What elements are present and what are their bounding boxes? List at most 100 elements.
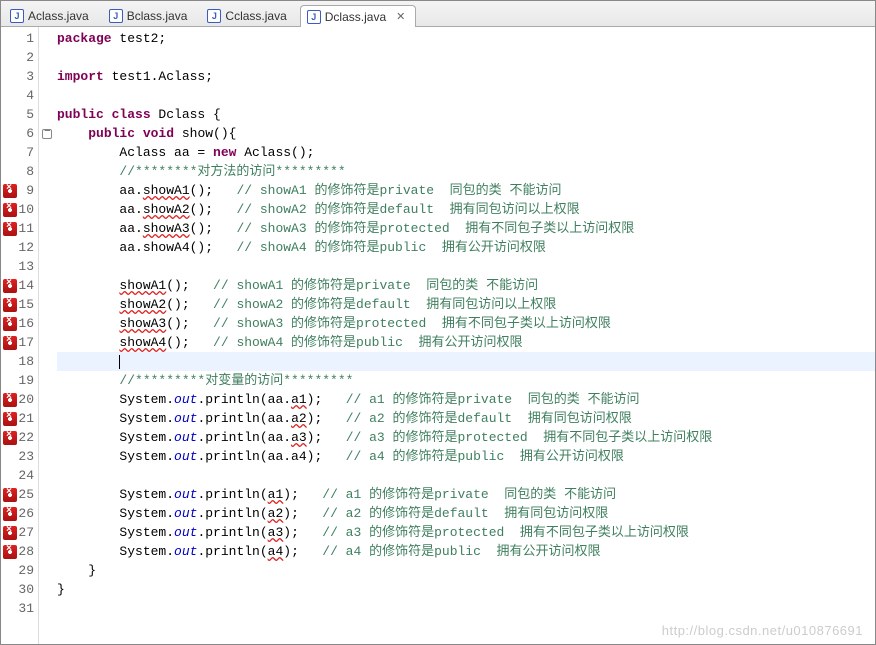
token-errul: showA2: [143, 202, 190, 217]
code-line[interactable]: aa.showA2(); // showA2 的修饰符是default 拥有同包…: [57, 200, 875, 219]
gutter-row: 22: [1, 428, 38, 447]
gutter-row: 30: [1, 580, 38, 599]
gutter-row: 26: [1, 504, 38, 523]
close-icon[interactable]: ✕: [396, 10, 405, 23]
token-plain: ();: [166, 335, 213, 350]
code-line[interactable]: System.out.println(a2); // a2 的修饰符是defau…: [57, 504, 875, 523]
token-plain: ();: [166, 278, 213, 293]
code-line[interactable]: System.out.println(aa.a4); // a4 的修饰符是pu…: [57, 447, 875, 466]
line-number: 29: [18, 563, 34, 578]
token-it: out: [174, 449, 197, 464]
code-line[interactable]: showA3(); // showA3 的修饰符是protected 拥有不同包…: [57, 314, 875, 333]
line-number: 8: [26, 164, 34, 179]
code-line[interactable]: //********对方法的访问*********: [57, 162, 875, 181]
gutter-row: 3: [1, 67, 38, 86]
gutter-row: 6: [1, 124, 38, 143]
tab-label: Aclass.java: [28, 9, 89, 23]
code-line[interactable]: }: [57, 580, 875, 599]
token-plain: [57, 373, 119, 388]
tab-aclass[interactable]: Aclass.java: [3, 4, 100, 26]
gutter-row: 27: [1, 523, 38, 542]
gutter-row: 4: [1, 86, 38, 105]
token-plain: .println(aa.: [197, 392, 291, 407]
editor-area: 1234567891011121314151617181920212223242…: [1, 27, 875, 644]
code-line[interactable]: aa.showA1(); // showA1 的修饰符是private 同包的类…: [57, 181, 875, 200]
code-line[interactable]: public void show(){: [57, 124, 875, 143]
token-plain: );: [283, 506, 322, 521]
code-line[interactable]: System.out.println(a1); // a1 的修饰符是priva…: [57, 485, 875, 504]
token-cm: // showA3 的修饰符是protected 拥有不同包子类以上访问权限: [236, 221, 634, 236]
code-line[interactable]: showA1(); // showA1 的修饰符是private 同包的类 不能…: [57, 276, 875, 295]
code-line[interactable]: aa.showA3(); // showA3 的修饰符是protected 拥有…: [57, 219, 875, 238]
tab-cclass[interactable]: Cclass.java: [200, 4, 297, 26]
gutter-row: 7: [1, 143, 38, 162]
code-line[interactable]: package test2;: [57, 29, 875, 48]
token-plain: );: [307, 430, 346, 445]
code-line[interactable]: aa.showA4(); // showA4 的修饰符是public 拥有公开访…: [57, 238, 875, 257]
code-line[interactable]: //*********对变量的访问*********: [57, 371, 875, 390]
token-errul: a1: [291, 392, 307, 407]
code-content[interactable]: package test2; import test1.Aclass; public…: [39, 27, 875, 644]
token-plain: );: [283, 487, 322, 502]
token-plain: show(){: [174, 126, 236, 141]
java-file-icon: [109, 9, 123, 23]
code-line[interactable]: [57, 466, 875, 485]
code-line[interactable]: showA2(); // showA2 的修饰符是default 拥有同包访问以…: [57, 295, 875, 314]
code-line[interactable]: System.out.println(a4); // a4 的修饰符是publi…: [57, 542, 875, 561]
code-line[interactable]: [57, 599, 875, 618]
token-plain: }: [57, 563, 96, 578]
gutter-row: 23: [1, 447, 38, 466]
code-line[interactable]: [57, 257, 875, 276]
code-line[interactable]: [57, 48, 875, 67]
error-icon: [3, 412, 17, 426]
token-cm: // showA2 的修饰符是default 拥有同包访问以上权限: [236, 202, 579, 217]
gutter-row: 9: [1, 181, 38, 200]
token-plain: aa.showA4();: [57, 240, 236, 255]
line-number: 10: [18, 202, 34, 217]
gutter-row: 25: [1, 485, 38, 504]
token-plain: .println(: [197, 487, 267, 502]
tab-bclass[interactable]: Bclass.java: [102, 4, 199, 26]
line-number: 20: [18, 392, 34, 407]
token-cm: // showA1 的修饰符是private 同包的类 不能访问: [213, 278, 538, 293]
java-file-icon: [307, 10, 321, 24]
line-gutter: 1234567891011121314151617181920212223242…: [1, 27, 39, 644]
token-plain: [57, 297, 119, 312]
code-line[interactable]: System.out.println(aa.a1); // a1 的修饰符是pr…: [57, 390, 875, 409]
token-plain: aa.: [57, 202, 143, 217]
token-plain: System.: [57, 411, 174, 426]
error-icon: [3, 203, 17, 217]
token-plain: System.: [57, 544, 174, 559]
gutter-row: 20: [1, 390, 38, 409]
token-errul: showA3: [119, 316, 166, 331]
code-line[interactable]: }: [57, 561, 875, 580]
code-line[interactable]: System.out.println(aa.a2); // a2 的修饰符是de…: [57, 409, 875, 428]
line-number: 13: [18, 259, 34, 274]
line-number: 9: [26, 183, 34, 198]
code-line[interactable]: import test1.Aclass;: [57, 67, 875, 86]
gutter-row: 1: [1, 29, 38, 48]
gutter-row: 19: [1, 371, 38, 390]
token-cm: // a2 的修饰符是default 拥有同包访问权限: [322, 506, 608, 521]
line-number: 2: [26, 50, 34, 65]
token-plain: );: [307, 392, 346, 407]
code-line[interactable]: showA4(); // showA4 的修饰符是public 拥有公开访问权限: [57, 333, 875, 352]
tab-dclass[interactable]: Dclass.java✕: [300, 5, 417, 27]
code-line[interactable]: [57, 352, 875, 371]
token-cm: // a1 的修饰符是private 同包的类 不能访问: [346, 392, 640, 407]
editor-tabbar: Aclass.java Bclass.javaCclass.javaDclass.…: [1, 1, 875, 27]
token-cm: //*********对变量的访问*********: [119, 373, 353, 388]
token-errul: a2: [268, 506, 284, 521]
line-number: 6: [26, 126, 34, 141]
code-line[interactable]: System.out.println(aa.a3); // a3 的修饰符是pr…: [57, 428, 875, 447]
token-kw: import: [57, 69, 104, 84]
code-line[interactable]: Aclass aa = new Aclass();: [57, 143, 875, 162]
code-line[interactable]: public class Dclass {: [57, 105, 875, 124]
code-line[interactable]: [57, 86, 875, 105]
line-number: 12: [18, 240, 34, 255]
token-errul: showA1: [143, 183, 190, 198]
line-number: 17: [18, 335, 34, 350]
code-line[interactable]: System.out.println(a3); // a3 的修饰符是prote…: [57, 523, 875, 542]
gutter-row: 15: [1, 295, 38, 314]
token-errul: showA2: [119, 297, 166, 312]
